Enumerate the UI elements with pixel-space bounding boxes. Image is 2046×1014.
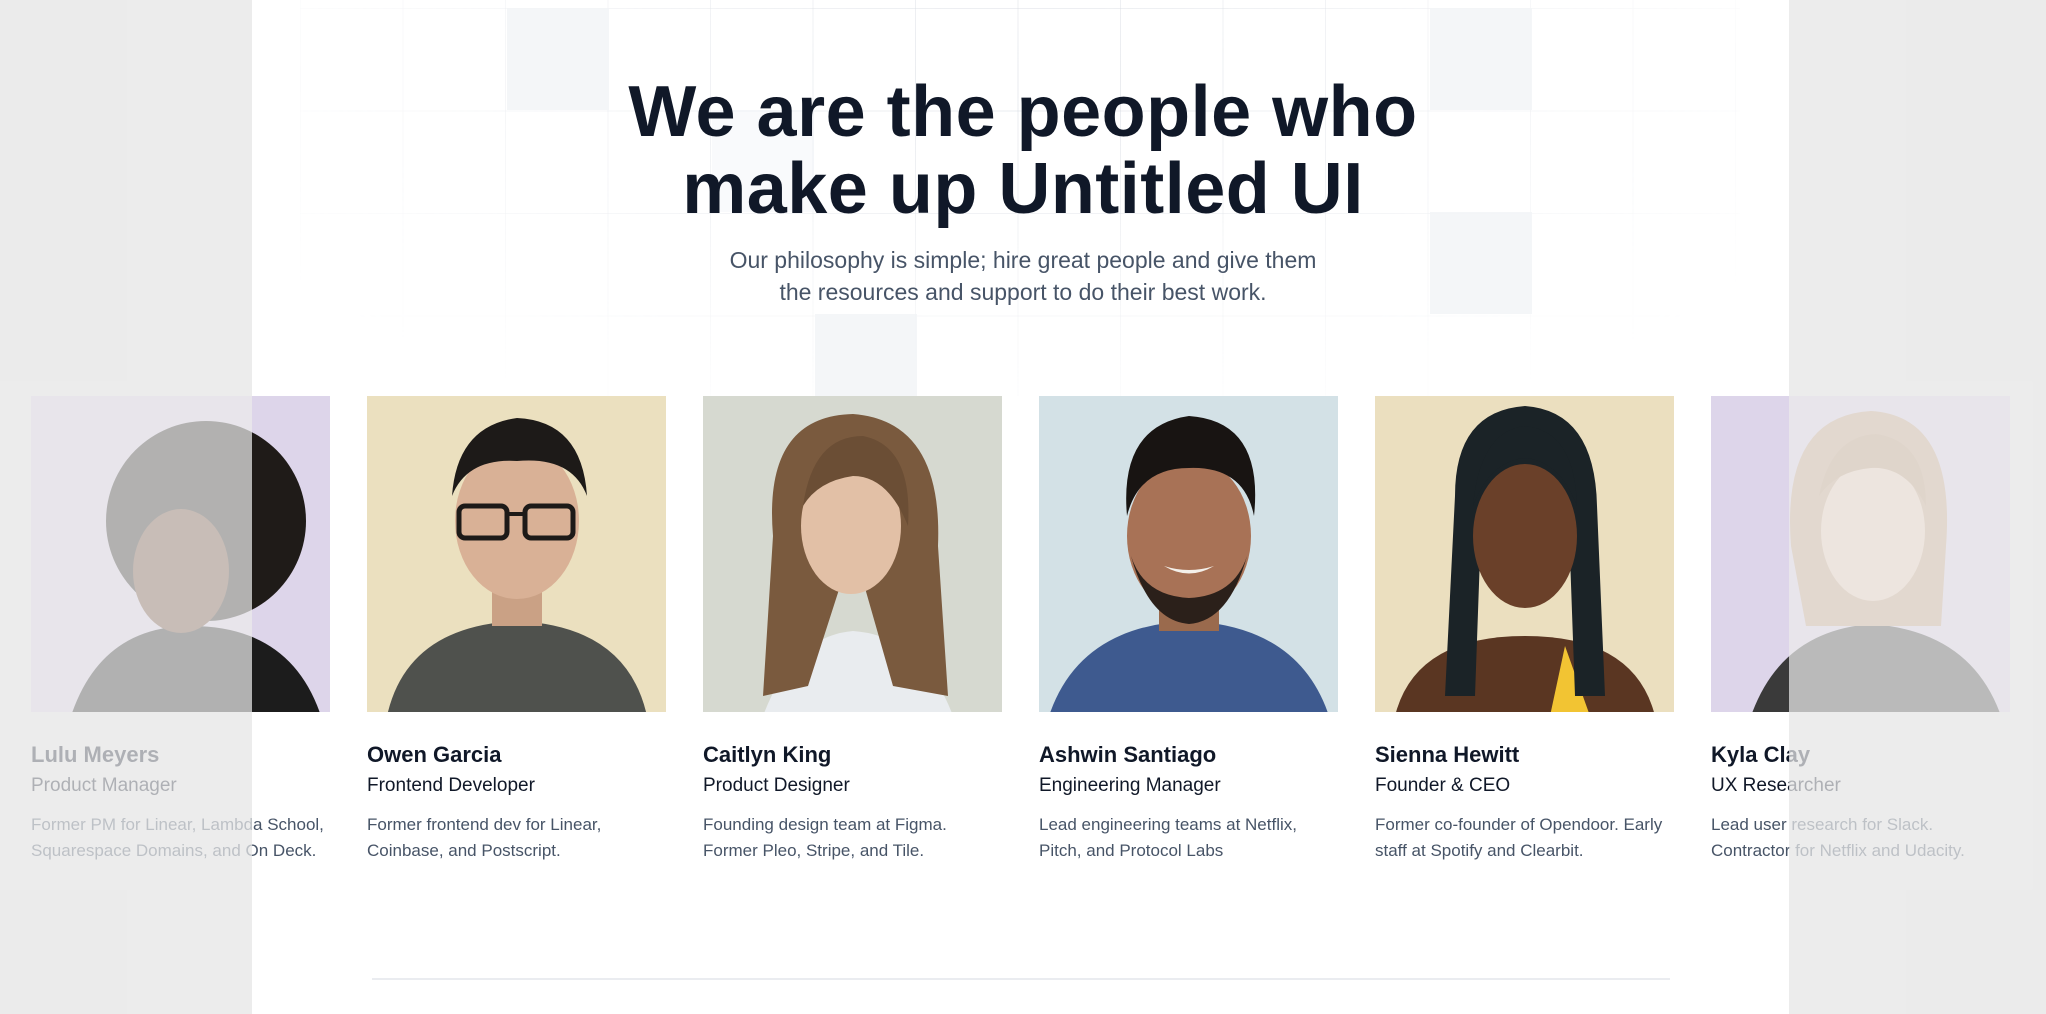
portrait-photo-icon: [703, 396, 1002, 712]
subtitle-line-2: the resources and support to do their be…: [779, 279, 1267, 305]
team-member-card[interactable]: Ashwin Santiago Engineering Manager Lead…: [1039, 396, 1338, 864]
avatar: [1039, 396, 1338, 712]
team-member-card[interactable]: Sienna Hewitt Founder & CEO Former co-fo…: [1375, 396, 1674, 864]
team-member-card[interactable]: Lulu Meyers Product Manager Former PM fo…: [31, 396, 330, 864]
avatar: [1375, 396, 1674, 712]
team-member-card[interactable]: Kyla Clay UX Researcher Lead user resear…: [1711, 396, 2010, 864]
member-name: Sienna Hewitt: [1375, 742, 1520, 767]
portrait-photo-icon: [1375, 396, 1674, 712]
member-role: Founder & CEO: [1375, 775, 1511, 796]
page-title: We are the people who make up Untitled U…: [573, 74, 1473, 228]
member-bio: Former frontend dev for Linear, Coinbase…: [367, 815, 602, 860]
member-role: Product Designer: [703, 775, 850, 796]
portrait-photo-icon: [1711, 396, 2010, 712]
section-divider: [372, 978, 1670, 980]
avatar: [1711, 396, 2010, 712]
avatar: [703, 396, 1002, 712]
member-bio: Lead user research for Slack. Contractor…: [1711, 815, 1965, 860]
member-bio: Lead engineering teams at Netflix, Pitch…: [1039, 815, 1297, 860]
member-role: UX Researcher: [1711, 775, 1841, 796]
team-member-card[interactable]: Owen Garcia Frontend Developer Former fr…: [367, 396, 666, 864]
hero-subtitle: Our philosophy is simple; hire great peo…: [715, 244, 1331, 308]
member-role: Product Manager: [31, 775, 177, 796]
member-bio: Founding design team at Figma. Former Pl…: [703, 815, 947, 860]
member-name: Kyla Clay: [1711, 742, 1811, 767]
title-line-2: make up Untitled UI: [682, 149, 1364, 229]
member-bio: Former PM for Linear, Lambda School, Squ…: [31, 815, 324, 860]
member-bio: Former co-founder of Opendoor. Early sta…: [1375, 815, 1663, 860]
member-role: Engineering Manager: [1039, 775, 1221, 796]
member-name: Lulu Meyers: [31, 742, 160, 767]
subtitle-line-1: Our philosophy is simple; hire great peo…: [729, 247, 1317, 273]
member-name: Ashwin Santiago: [1039, 742, 1217, 767]
avatar: [31, 396, 330, 712]
avatar: [367, 396, 666, 712]
member-name: Owen Garcia: [367, 742, 502, 767]
team-member-card[interactable]: Caitlyn King Product Designer Founding d…: [703, 396, 1002, 864]
portrait-photo-icon: [1039, 396, 1338, 712]
portrait-photo-icon: [367, 396, 666, 712]
member-name: Caitlyn King: [703, 742, 832, 767]
team-carousel: Lulu Meyers Product Manager Former PM fo…: [0, 396, 2046, 956]
portrait-photo-icon: [31, 396, 330, 712]
member-role: Frontend Developer: [367, 775, 535, 796]
title-line-1: We are the people who: [628, 72, 1418, 152]
